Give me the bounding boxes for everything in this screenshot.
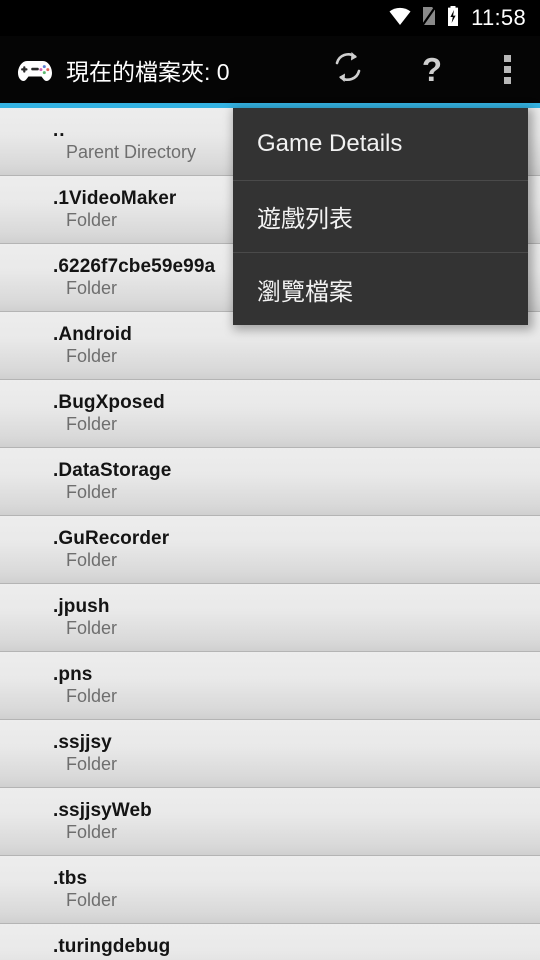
file-row-name: .DataStorage [53, 460, 172, 482]
file-row-type: Folder [66, 889, 118, 910]
file-row-name: .BugXposed [53, 392, 165, 414]
battery-charging-icon [446, 5, 460, 32]
action-bar-buttons: ? [306, 36, 540, 103]
file-row-type: Folder [66, 345, 118, 366]
file-row-name: .ssjjsy [53, 732, 112, 754]
status-bar-icons [388, 4, 460, 32]
file-list-row[interactable]: .jpush Folder [0, 584, 540, 652]
file-row-name: .tbs [53, 868, 88, 890]
status-bar: 11:58 [0, 0, 540, 36]
refresh-icon [331, 50, 365, 89]
file-row-type: Folder [66, 685, 118, 706]
file-list-row[interactable]: .BugXposed Folder [0, 380, 540, 448]
file-list-row[interactable]: .turingdebugFolder [0, 924, 540, 960]
refresh-button[interactable] [306, 36, 390, 103]
file-list-row[interactable]: .tbs Folder [0, 856, 540, 924]
file-row-type: Folder [66, 821, 118, 842]
file-row-name: .turingdebug [53, 936, 171, 958]
file-list-row[interactable]: .GuRecorder Folder [0, 516, 540, 584]
overflow-menu[interactable]: Game Details 遊戲列表 瀏覽檔案 [233, 108, 528, 325]
overflow-menu-item[interactable]: Game Details [233, 108, 528, 181]
file-row-name: .pns [53, 664, 93, 686]
overflow-menu-icon [503, 55, 511, 84]
file-list-row[interactable]: .DataStorage Folder [0, 448, 540, 516]
file-row-type: Folder [66, 413, 118, 434]
file-row-type: Folder [66, 481, 118, 502]
file-row-name: .jpush [53, 596, 110, 618]
file-list-row[interactable]: .ssjjsyWeb Folder [0, 788, 540, 856]
page-title: 現在的檔案夾: 0 [66, 58, 230, 85]
overflow-menu-item[interactable]: 瀏覽檔案 [233, 253, 528, 325]
file-row-type: Folder [66, 753, 118, 774]
file-row-type: Folder [66, 617, 118, 638]
gamepad-icon [16, 56, 54, 84]
help-button[interactable]: ? [390, 36, 474, 103]
overflow-menu-button[interactable] [474, 36, 540, 103]
overflow-menu-item[interactable]: 遊戲列表 [233, 181, 528, 254]
file-row-name: .GuRecorder [53, 528, 170, 550]
app-screen: 11:58 現在的檔案夾: 0 ? .. Parent Directory .1… [0, 0, 540, 960]
action-bar: 現在的檔案夾: 0 ? [0, 36, 540, 103]
no-sim-icon [421, 4, 437, 32]
wifi-icon [388, 6, 412, 31]
file-row-type: Folder [66, 549, 118, 570]
file-list-row[interactable]: .ssjjsy Folder [0, 720, 540, 788]
question-mark-icon: ? [421, 51, 443, 88]
file-row-name: .ssjjsyWeb [53, 800, 152, 822]
status-bar-clock: 11:58 [471, 5, 526, 30]
file-list-row[interactable]: .pns Folder [0, 652, 540, 720]
